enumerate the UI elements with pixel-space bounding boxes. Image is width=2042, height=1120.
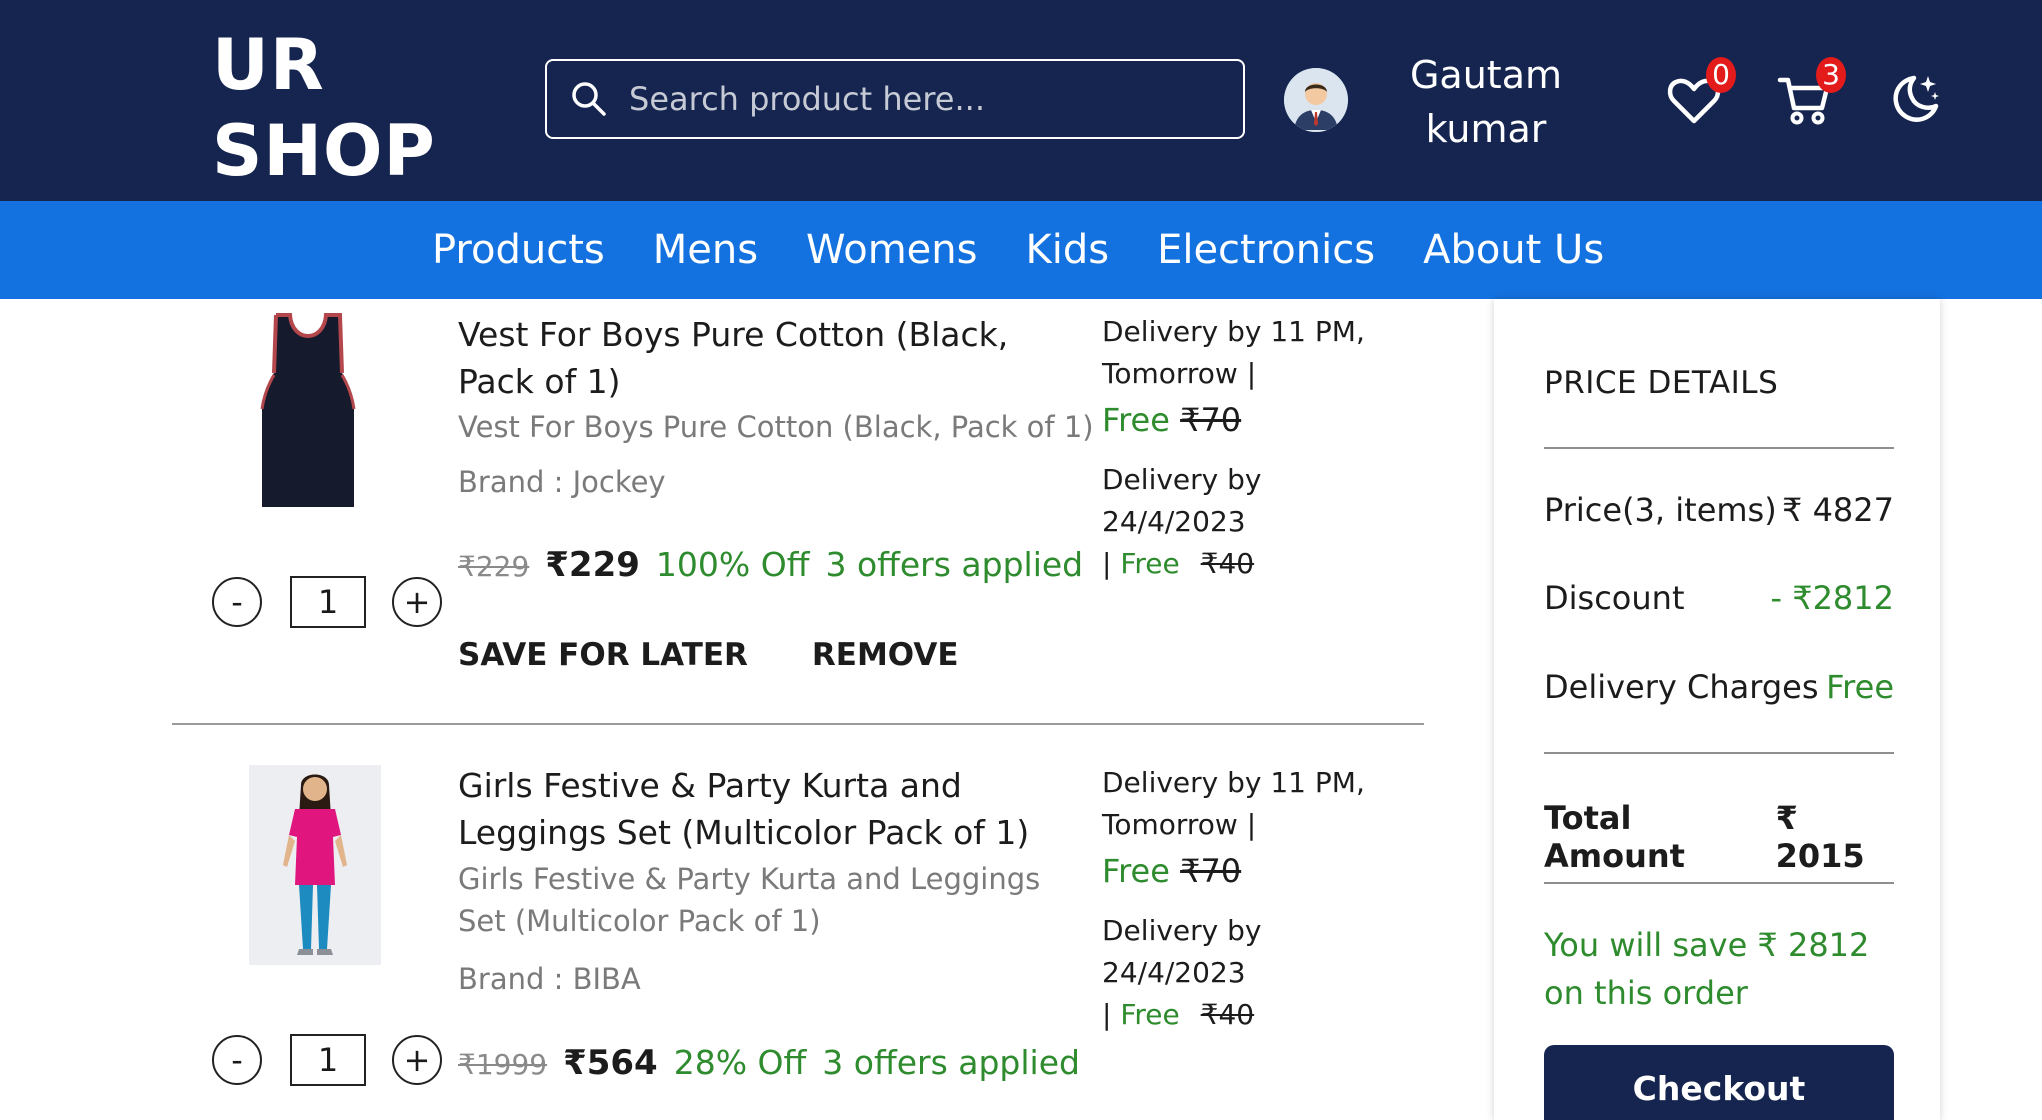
quantity-input[interactable]: 1 — [290, 576, 366, 628]
total-amount-label: Total Amount — [1544, 799, 1685, 875]
sale-price: ₹229 — [545, 545, 640, 585]
logo-line-2: SHOP — [212, 110, 436, 192]
discount-label: Discount — [1544, 579, 1685, 617]
delivery-line: Delivery by 11 PM, — [1102, 315, 1365, 348]
product-brand: Brand : Jockey — [458, 465, 666, 499]
total-amount-value: ₹ 2015 — [1775, 799, 1865, 875]
cart-count-badge: 3 — [1816, 57, 1846, 93]
search-box[interactable] — [545, 59, 1245, 139]
quantity-input[interactable]: 1 — [290, 1034, 366, 1086]
cart-item: - 1 + Vest For Boys Pure Cotton (Black, … — [172, 299, 1424, 723]
save-for-later-button[interactable]: SAVE FOR LATER — [458, 637, 748, 673]
delivery-line: Delivery by 11 PM, — [1102, 766, 1365, 799]
user-avatar-icon — [1284, 68, 1348, 132]
delivery-free: Free — [1120, 998, 1180, 1031]
delivery-line: Tomorrow | — [1102, 808, 1257, 841]
delivery-free: Free — [1120, 547, 1180, 580]
user-last-name: kumar — [1425, 107, 1547, 151]
nav-products[interactable]: Products — [432, 227, 605, 273]
delivery-fee: ₹70 — [1180, 401, 1242, 439]
avatar[interactable] — [1284, 68, 1348, 132]
original-price: ₹229 — [458, 550, 530, 583]
increase-quantity-button[interactable]: + — [392, 1035, 442, 1085]
moon-icon[interactable] — [1888, 70, 1944, 126]
discount-percent: 28% Off — [673, 1043, 807, 1082]
delivery-free: Free — [1102, 401, 1170, 439]
delivery-fee: ₹70 — [1180, 852, 1242, 890]
user-name[interactable]: Gautam kumar — [1390, 48, 1582, 156]
total-amount-row: Total Amount ₹ 2015 — [1544, 799, 1894, 875]
savings-message: You will save ₹ 2812 on this order — [1544, 926, 1870, 1012]
cart-item: - 1 + Girls Festive & Party Kurta and Le… — [172, 725, 1424, 1120]
product-brand: Brand : BIBA — [458, 962, 641, 996]
offers-applied[interactable]: 3 offers applied — [822, 1043, 1080, 1082]
divider — [1544, 752, 1894, 754]
product-subtitle: Girls Festive & Party Kurta and Leggings… — [458, 862, 1041, 938]
delivery-info: Delivery by 11 PM, Tomorrow | Free ₹70 D… — [1102, 311, 1402, 585]
price-label: Price(3, items) — [1544, 491, 1777, 529]
search-icon[interactable] — [569, 79, 609, 119]
delivery-date: 24/4/2023 — [1102, 956, 1246, 989]
product-subtitle: Vest For Boys Pure Cotton (Black, Pack o… — [458, 410, 1094, 444]
delivery-line: Tomorrow | — [1102, 357, 1257, 390]
product-image[interactable] — [249, 765, 381, 965]
delivery-fee: ₹40 — [1200, 547, 1255, 580]
price-details-title: PRICE DETAILS — [1544, 365, 1779, 401]
checkout-button[interactable]: Checkout — [1544, 1045, 1894, 1120]
category-nav: Products Mens Womens Kids Electronics Ab… — [0, 201, 2042, 299]
nav-mens[interactable]: Mens — [653, 227, 758, 273]
quantity-stepper: - 1 + — [212, 1034, 442, 1086]
delivery-charges-value: Free — [1826, 668, 1894, 706]
nav-womens[interactable]: Womens — [806, 227, 977, 273]
quantity-stepper: - 1 + — [212, 576, 442, 628]
sale-price: ₹564 — [563, 1043, 658, 1083]
product-title[interactable]: Girls Festive & Party Kurta and Leggings… — [458, 762, 1078, 856]
delivery-line: Delivery by — [1102, 914, 1262, 947]
discount-percent: 100% Off — [655, 545, 810, 584]
top-header: UR SHOP Gautam kumar 0 3 — [0, 0, 2042, 201]
decrease-quantity-button[interactable]: - — [212, 1035, 262, 1085]
discount-value: - ₹2812 — [1770, 579, 1894, 617]
search-input[interactable] — [629, 80, 1229, 118]
original-price: ₹1999 — [458, 1048, 548, 1081]
user-first-name: Gautam — [1409, 53, 1563, 97]
delivery-fee: ₹40 — [1200, 998, 1255, 1031]
price-details-panel: PRICE DETAILS Price(3, items) ₹ 4827 Dis… — [1494, 299, 1940, 1120]
delivery-free: Free — [1102, 852, 1170, 890]
divider — [1544, 882, 1894, 884]
delivery-separator: | — [1102, 998, 1112, 1031]
delivery-separator: | — [1102, 547, 1112, 580]
remove-button[interactable]: REMOVE — [812, 637, 959, 673]
delivery-line: Delivery by — [1102, 463, 1262, 496]
divider — [1544, 447, 1894, 449]
delivery-charges-row: Delivery Charges Free — [1544, 668, 1894, 706]
discount-row: Discount - ₹2812 — [1544, 579, 1894, 617]
price-row: ₹229 ₹229 100% Off 3 offers applied — [458, 545, 1083, 585]
price-value: ₹ 4827 — [1782, 491, 1894, 529]
shop-logo[interactable]: UR SHOP — [212, 22, 436, 194]
item-actions: SAVE FOR LATER REMOVE — [458, 637, 1023, 673]
nav-about-us[interactable]: About Us — [1423, 227, 1604, 273]
delivery-charges-label: Delivery Charges — [1544, 668, 1819, 706]
product-image[interactable] — [256, 313, 360, 513]
increase-quantity-button[interactable]: + — [392, 577, 442, 627]
delivery-info: Delivery by 11 PM, Tomorrow | Free ₹70 D… — [1102, 762, 1402, 1036]
offers-applied[interactable]: 3 offers applied — [825, 545, 1083, 584]
decrease-quantity-button[interactable]: - — [212, 577, 262, 627]
price-row: ₹1999 ₹564 28% Off 3 offers applied — [458, 1043, 1080, 1083]
nav-electronics[interactable]: Electronics — [1157, 227, 1375, 273]
nav-kids[interactable]: Kids — [1025, 227, 1109, 273]
logo-line-1: UR — [212, 24, 325, 106]
price-row: Price(3, items) ₹ 4827 — [1544, 491, 1894, 529]
product-title[interactable]: Vest For Boys Pure Cotton (Black, Pack o… — [458, 311, 1078, 405]
delivery-date: 24/4/2023 — [1102, 505, 1246, 538]
wishlist-count-badge: 0 — [1706, 57, 1736, 93]
